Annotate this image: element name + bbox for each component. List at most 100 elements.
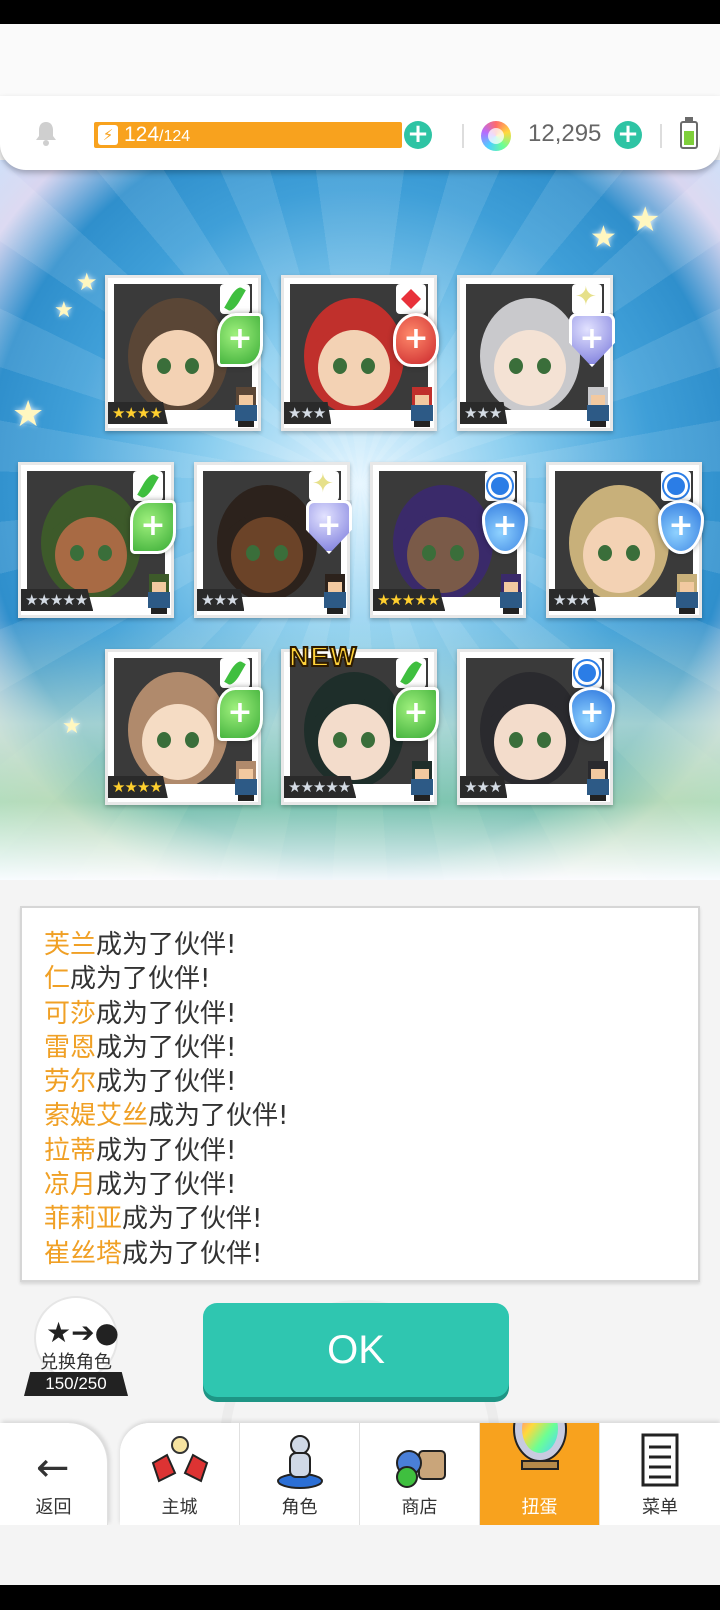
castle-icon (151, 1436, 208, 1483)
character-name: 仁 (44, 964, 71, 995)
log-line: 芙兰成为了伙伴! (44, 928, 698, 962)
rarity-stars: ★★★★ (108, 402, 168, 424)
system-status-bar (0, 0, 720, 24)
sparkle-star-icon: ★ (54, 298, 74, 323)
nav-item-menu[interactable]: 菜单 (600, 1423, 720, 1525)
water-element-icon (661, 471, 691, 501)
leaf-element-icon (220, 658, 250, 688)
pixel-sprite-icon (320, 574, 350, 614)
fire-element-gem-icon (393, 313, 439, 367)
character-name: 芙兰 (44, 930, 97, 960)
log-suffix: 成为了伙伴! (96, 1135, 237, 1166)
top-spacer (0, 24, 720, 104)
rarity-stars: ★★★★★ (284, 776, 357, 798)
character-name: 索媞艾丝 (44, 1101, 149, 1132)
battery-icon (680, 117, 698, 149)
log-line: 拉蒂成为了伙伴! (44, 1134, 698, 1168)
leaf-element-icon (396, 658, 426, 688)
light-element-icon (309, 469, 339, 501)
leaf-element-gem-icon (217, 687, 263, 741)
log-line: 雷恩成为了伙伴! (44, 1031, 698, 1065)
pixel-sprite-icon (231, 387, 261, 427)
character-name: 凉月 (44, 1170, 97, 1201)
new-badge: NEW (288, 640, 358, 673)
log-suffix: 成为了伙伴! (96, 1170, 237, 1201)
rarity-stars: ★★★ (549, 589, 597, 611)
pixel-sprite-icon (231, 761, 261, 801)
log-line: 仁成为了伙伴! (44, 962, 698, 996)
log-suffix: 成为了伙伴! (96, 1032, 237, 1063)
pixel-sprite-icon (583, 761, 613, 801)
stamina-bar: ⚡ 124/124 (94, 122, 402, 148)
nav-item-gacha[interactable]: 扭蛋 (480, 1423, 600, 1525)
leaf-element-icon (220, 284, 250, 314)
add-stamina-button[interactable]: + (404, 121, 432, 149)
fire-element-icon (396, 284, 426, 314)
nav-item-town[interactable]: 主城 (120, 1423, 240, 1525)
nav-label: 角色 (281, 1497, 318, 1518)
log-line: 崔丝塔成为了伙伴! (44, 1237, 698, 1271)
rarity-stars: ★★★★★ (21, 589, 94, 611)
sparkle-star-icon: ★ (62, 714, 82, 739)
pixel-sprite-icon (672, 574, 702, 614)
log-suffix: 成为了伙伴! (122, 1204, 263, 1235)
nav-label: 菜单 (642, 1497, 678, 1518)
leaf-element-gem-icon (217, 313, 263, 367)
pixel-sprite-icon (407, 761, 437, 801)
log-list: 芙兰成为了伙伴! 仁成为了伙伴! 可莎成为了伙伴! 雷恩成为了伙伴! 劳尔成为了伙伴! 索… (44, 928, 698, 1271)
divider (462, 124, 464, 148)
gacha-mirror-icon (512, 1423, 567, 1470)
sparkle-star-icon: ★ (590, 220, 617, 255)
resource-hud: ⚡ 124/124 + 12,295 + (0, 96, 720, 170)
water-element-icon (572, 658, 602, 688)
nav-item-characters[interactable]: 角色 (240, 1423, 360, 1525)
character-name: 雷恩 (44, 1032, 97, 1063)
rarity-stars: ★★★ (460, 402, 508, 424)
system-navigation-bar (0, 1585, 720, 1610)
nav-label: 商店 (401, 1497, 438, 1518)
back-button[interactable]: ← 返回 (0, 1423, 108, 1525)
rarity-stars: ★★★★ (108, 776, 168, 798)
pixel-sprite-icon (144, 574, 174, 614)
pixel-sprite-icon (583, 387, 613, 427)
shop-bag-icon (395, 1450, 446, 1488)
log-line: 劳尔成为了伙伴! (44, 1065, 698, 1099)
log-line: 凉月成为了伙伴! (44, 1168, 698, 1202)
character-name: 菲莉亚 (44, 1204, 123, 1235)
rarity-stars: ★★★ (460, 776, 508, 798)
log-line: 可莎成为了伙伴! (44, 997, 698, 1031)
water-element-icon (485, 471, 515, 501)
exchange-label: 兑换角色 (40, 1352, 112, 1373)
leaf-element-icon (133, 471, 163, 501)
log-line: 索媞艾丝成为了伙伴! (44, 1099, 698, 1133)
leaf-element-gem-icon (130, 500, 176, 554)
pixel-sprite-icon (407, 387, 437, 427)
character-name: 崔丝塔 (44, 1238, 123, 1269)
back-label: 返回 (35, 1497, 72, 1518)
rarity-stars: ★★★★★ (373, 589, 446, 611)
notification-bell-icon[interactable] (34, 120, 58, 146)
exchange-character-button[interactable]: ★➔● 兑换角色 150/250 (24, 1296, 128, 1416)
nav-label: 主城 (161, 1497, 198, 1518)
log-suffix: 成为了伙伴! (70, 964, 211, 995)
divider (660, 124, 662, 148)
lightning-icon: ⚡ (98, 125, 118, 145)
log-suffix: 成为了伙伴! (96, 930, 237, 960)
leaf-element-gem-icon (393, 687, 439, 741)
exchange-count: 150/250 (24, 1372, 128, 1396)
sparkle-star-icon: ★ (630, 200, 661, 240)
character-name: 可莎 (44, 998, 97, 1029)
add-gems-button[interactable]: + (614, 121, 642, 149)
rarity-stars: ★★★ (197, 589, 245, 611)
bottom-spacer (0, 1525, 720, 1585)
sparkle-star-icon: ★ (76, 268, 98, 296)
ok-button[interactable]: OK (203, 1303, 509, 1397)
sparkle-star-icon: ★ (12, 394, 45, 435)
stamina-value: 124/124 (124, 123, 191, 146)
bottom-navigation: ← 返回 主城 角色 商店 扭蛋 菜单 (0, 1423, 720, 1525)
nav-item-shop[interactable]: 商店 (360, 1423, 480, 1525)
log-suffix: 成为了伙伴! (148, 1101, 289, 1132)
light-element-icon (572, 282, 602, 314)
gem-count: 12,295 (528, 120, 602, 147)
character-name: 劳尔 (44, 1067, 97, 1098)
